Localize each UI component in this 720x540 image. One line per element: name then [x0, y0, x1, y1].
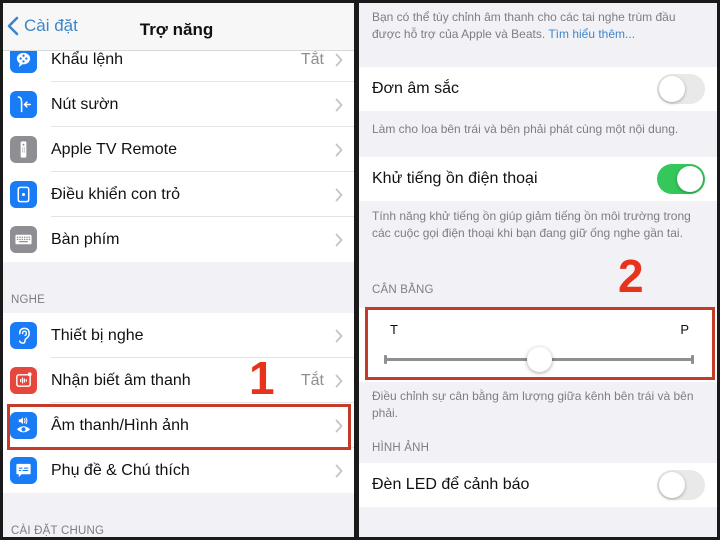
list-item-pointer-control[interactable]: Điều khiển con trỏ — [3, 172, 354, 217]
chevron-right-icon — [335, 329, 343, 342]
led-flash-cell: Đèn LED để cảnh báo — [359, 463, 717, 507]
mono-audio-footer: Làm cho loa bên trái và bên phải phát cù… — [372, 122, 679, 136]
section-header-general: CÀI ĐẶT CHUNG — [11, 525, 105, 537]
page-title: Trợ năng — [3, 20, 354, 40]
chevron-right-icon — [335, 143, 343, 156]
page-title-text: Trợ năng — [139, 20, 214, 39]
hearing-settings-group: Thiết bị nghe Nhận biết âm thanh Tắt Âm … — [3, 313, 354, 493]
audio-visual-panel: Bạn có thể tùy chỉnh âm thanh cho các ta… — [359, 3, 717, 537]
noise-cancellation-label: Khử tiếng ồn điện thoại — [372, 170, 538, 187]
chevron-right-icon — [335, 464, 343, 477]
chevron-right-icon — [335, 374, 343, 387]
section-header-hearing: NGHE — [11, 294, 46, 306]
side-button-icon — [10, 91, 37, 118]
navigation-bar: Cài đặt Trợ năng — [3, 3, 354, 51]
list-item-subtitles-captions[interactable]: Phụ đề & Chú thích — [3, 448, 354, 493]
list-item-label: Phụ đề & Chú thích — [51, 461, 190, 479]
mono-audio-cell: Đơn âm sắc — [359, 67, 717, 111]
chevron-right-icon — [335, 233, 343, 246]
interaction-settings-group: Khẩu lệnh Tắt Nút sườn Apple TV Remote Đ… — [3, 37, 354, 262]
chevron-right-icon — [335, 98, 343, 111]
led-flash-toggle[interactable] — [657, 470, 705, 500]
noise-cancellation-toggle[interactable] — [657, 164, 705, 194]
balance-footer: Điều chỉnh sự cân bằng âm lượng giữa kên… — [372, 389, 694, 420]
list-item-keyboard[interactable]: Bàn phím — [3, 217, 354, 262]
list-item-label: Thiết bị nghe — [51, 326, 144, 344]
sound-recognition-icon — [10, 367, 37, 394]
annotation-highlight-box-1 — [7, 404, 351, 450]
accessibility-panel: Cài đặt Trợ năng Khẩu lệnh Tắt Nút sườn — [3, 3, 354, 537]
list-item-label: Bàn phím — [51, 230, 120, 248]
list-item-sound-recognition[interactable]: Nhận biết âm thanh Tắt — [3, 358, 354, 403]
chevron-right-icon — [335, 188, 343, 201]
toggle-knob — [659, 472, 685, 498]
ear-icon — [10, 322, 37, 349]
chevron-right-icon — [335, 53, 343, 66]
list-item-label: Apple TV Remote — [51, 140, 177, 158]
pointer-control-icon — [10, 181, 37, 208]
annotation-step-number-2: 2 — [618, 250, 644, 302]
list-item-value: Tắt — [300, 50, 324, 68]
noise-cancellation-footer: Tính năng khử tiếng ồn giúp giảm tiếng ồ… — [372, 209, 691, 240]
list-item-label: Điều khiển con trỏ — [51, 185, 180, 203]
list-item-label: Nút sườn — [51, 95, 119, 113]
learn-more-link[interactable]: Tìm hiểu thêm... — [548, 27, 635, 41]
phone-noise-cancellation-cell: Khử tiếng ồn điện thoại — [359, 157, 717, 201]
section-header-balance: CÂN BẰNG — [372, 284, 434, 296]
annotation-step-number-1: 1 — [249, 352, 275, 404]
section-header-visual: HÌNH ẢNH — [372, 442, 430, 454]
mono-audio-toggle[interactable] — [657, 74, 705, 104]
annotation-highlight-box-2 — [365, 307, 715, 380]
mono-audio-label: Đơn âm sắc — [372, 80, 459, 97]
tv-remote-icon — [10, 136, 37, 163]
keyboard-icon — [10, 226, 37, 253]
list-item-hearing-devices[interactable]: Thiết bị nghe — [3, 313, 354, 358]
list-item-value: Tắt — [300, 371, 324, 389]
toggle-knob — [659, 76, 685, 102]
list-item-label: Nhận biết âm thanh — [51, 371, 191, 389]
led-flash-label: Đèn LED để cảnh báo — [372, 476, 530, 493]
subtitles-icon — [10, 457, 37, 484]
headphone-accommodations-footer: Bạn có thể tùy chỉnh âm thanh cho các ta… — [372, 9, 705, 43]
list-item-apple-tv-remote[interactable]: Apple TV Remote — [3, 127, 354, 172]
list-item-side-button[interactable]: Nút sườn — [3, 82, 354, 127]
toggle-knob — [677, 166, 703, 192]
list-item-label: Khẩu lệnh — [51, 50, 124, 68]
